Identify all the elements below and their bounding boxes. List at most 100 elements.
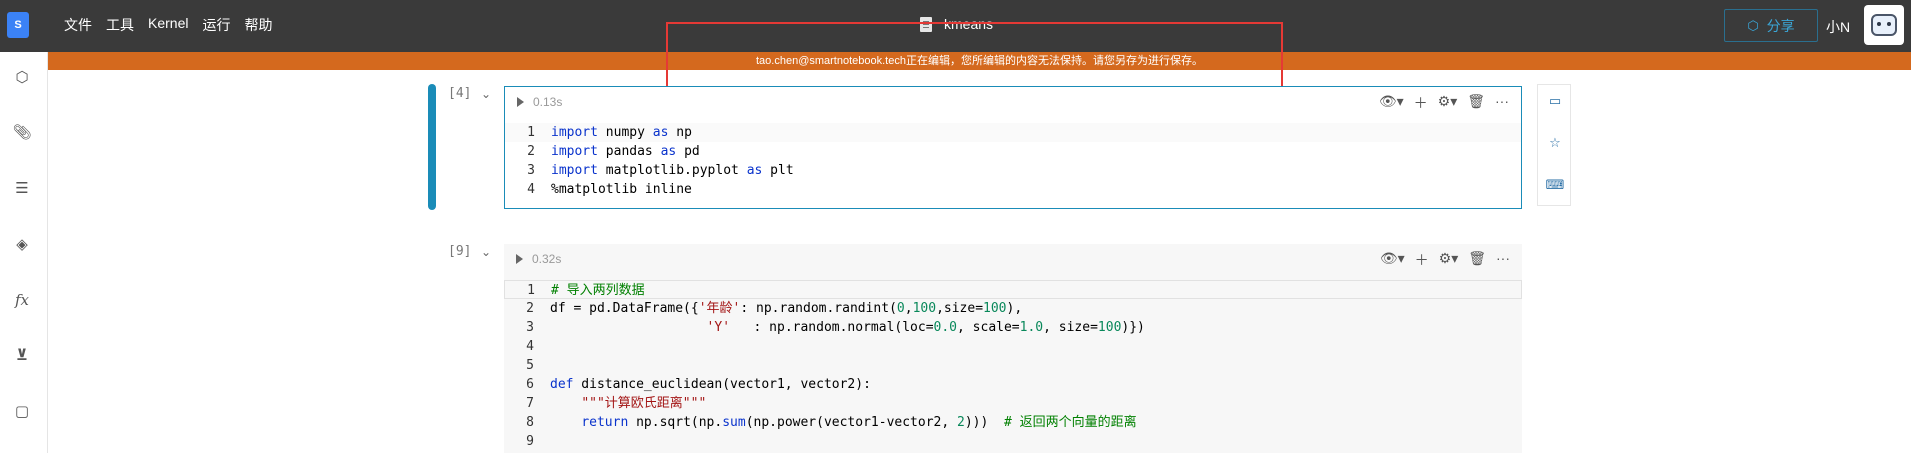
code-token: 100 bbox=[1097, 320, 1122, 335]
visibility-icon[interactable]: 👁︎▾ bbox=[1379, 93, 1404, 113]
list-icon[interactable]: ☰ bbox=[12, 178, 32, 198]
add-cell-icon[interactable]: ＋ bbox=[1415, 250, 1429, 270]
code-line[interactable]: 3 import matplotlib.pyplot as plt bbox=[505, 161, 1521, 180]
layers-icon[interactable]: ◈ bbox=[12, 234, 32, 254]
avatar[interactable] bbox=[1864, 5, 1904, 45]
code-line[interactable]: 3 'Y' : np.random.normal(loc=0.0, scale=… bbox=[504, 318, 1522, 337]
code-cell[interactable]: 0.13s 👁︎▾ ＋ ⚙▾ 🗑︎ ··· 1 import numpy as n… bbox=[504, 86, 1522, 209]
code-token: pandas bbox=[597, 144, 661, 159]
run-cell-icon[interactable] bbox=[516, 254, 523, 264]
menu-help[interactable]: 帮助 bbox=[244, 15, 272, 35]
line-number: 1 bbox=[527, 283, 535, 298]
code-token: , bbox=[904, 301, 913, 316]
code-token: def bbox=[550, 377, 574, 392]
code-token: 'Y' bbox=[706, 320, 731, 335]
top-bar: S 文件 工具 Kernel 运行 帮助 kmeans ⬡ 分享 小N bbox=[0, 0, 1911, 52]
add-cell-icon[interactable]: ＋ bbox=[1414, 93, 1428, 113]
cell-toolbar: 0.13s 👁︎▾ ＋ ⚙▾ 🗑︎ ··· bbox=[505, 93, 1521, 117]
code-token: ))) bbox=[964, 415, 1004, 430]
python-icon[interactable]: ⚙▾ bbox=[1438, 93, 1458, 113]
code-token: np.sqrt(np. bbox=[628, 415, 723, 430]
code-text: # 导入两列数据 bbox=[551, 281, 645, 300]
paperclip-icon[interactable]: 📎︎ bbox=[12, 122, 32, 142]
code-token: , size= bbox=[1043, 320, 1098, 335]
code-line[interactable]: 7 """计算欧氏距离""" bbox=[504, 394, 1522, 413]
function-icon[interactable]: fx bbox=[12, 290, 32, 310]
code-editor[interactable]: 1 # 导入两列数据 2 df = pd.DataFrame({'年龄': np.ra… bbox=[504, 280, 1522, 451]
exec-time: 0.32s bbox=[532, 252, 562, 266]
comment-icon[interactable]: ▭ bbox=[1547, 93, 1563, 109]
menu-kernel[interactable]: Kernel bbox=[148, 15, 188, 35]
collapse-chevron-icon[interactable]: ⌄ bbox=[481, 245, 491, 259]
code-text: import matplotlib.pyplot as plt bbox=[551, 161, 794, 180]
cube-icon[interactable]: ⬡ bbox=[12, 67, 32, 87]
code-token: import bbox=[551, 163, 598, 178]
code-file-icon[interactable]: ▢ bbox=[12, 401, 32, 421]
delete-icon[interactable]: 🗑︎ bbox=[1467, 93, 1485, 113]
menu-file[interactable]: 文件 bbox=[64, 15, 92, 35]
code-line[interactable]: 2 import pandas as pd bbox=[505, 142, 1521, 161]
user-name[interactable]: 小N bbox=[1826, 17, 1850, 37]
more-icon[interactable]: ··· bbox=[1495, 93, 1509, 113]
code-token: 0.0 bbox=[933, 320, 958, 335]
menu-bar: 文件 工具 Kernel 运行 帮助 bbox=[64, 15, 286, 35]
code-text: return np.sqrt(np.sum(np.power(vector1-v… bbox=[550, 413, 1137, 432]
code-token: """计算欧氏距离""" bbox=[581, 396, 707, 411]
code-token: 1.0 bbox=[1019, 320, 1044, 335]
code-text: import pandas as pd bbox=[551, 142, 700, 161]
app-logo[interactable]: S bbox=[7, 12, 29, 38]
code-token: plt bbox=[762, 163, 794, 178]
code-line[interactable]: 4 %matplotlib inline bbox=[505, 180, 1521, 199]
code-token: np bbox=[668, 125, 692, 140]
collapse-chevron-icon[interactable]: ⌄ bbox=[481, 87, 491, 101]
code-line[interactable]: 6 def distance_euclidean(vector1, vector2… bbox=[504, 375, 1522, 394]
cell-actions: 👁︎▾ ＋ ⚙▾ 🗑︎ ··· bbox=[1380, 250, 1510, 270]
code-token: 100 bbox=[983, 301, 1007, 316]
code-text: %matplotlib inline bbox=[551, 180, 692, 199]
code-text: def distance_euclidean(vector1, vector2)… bbox=[550, 375, 871, 394]
more-icon[interactable]: ··· bbox=[1496, 250, 1510, 270]
code-line[interactable]: 9 bbox=[504, 432, 1522, 451]
menu-run[interactable]: 运行 bbox=[202, 15, 230, 35]
code-line[interactable]: 4 bbox=[504, 337, 1522, 356]
code-line[interactable]: 5 bbox=[504, 356, 1522, 375]
cell-exec-count: [4] bbox=[448, 86, 472, 101]
active-cell-marker bbox=[428, 84, 436, 210]
code-token: %matplotlib inline bbox=[551, 182, 692, 197]
run-cell-icon[interactable] bbox=[517, 97, 524, 107]
delete-icon[interactable]: 🗑︎ bbox=[1468, 250, 1486, 270]
code-icon[interactable]: ⌨ bbox=[1546, 177, 1565, 193]
code-line[interactable]: 1 import numpy as np bbox=[505, 123, 1521, 142]
line-number: 8 bbox=[526, 415, 534, 430]
code-token: 2 bbox=[957, 415, 965, 430]
code-token: as bbox=[746, 163, 763, 178]
code-line[interactable]: 8 return np.sqrt(np.sum(np.power(vector1… bbox=[504, 413, 1522, 432]
code-token: (np.power(vector1-vector2, bbox=[745, 415, 958, 430]
code-token: # 返回两个向量的距离 bbox=[1003, 415, 1137, 430]
code-token: import bbox=[551, 125, 598, 140]
code-text: """计算欧氏距离""" bbox=[550, 394, 706, 413]
line-number: 3 bbox=[527, 163, 535, 178]
code-line[interactable]: 1 # 导入两列数据 bbox=[504, 280, 1522, 299]
code-text: 'Y' : np.random.normal(loc=0.0, scale=1.… bbox=[550, 318, 1145, 337]
notebook-title[interactable]: kmeans bbox=[944, 16, 993, 32]
code-editor[interactable]: 1 import numpy as np 2 import pandas as pd 3… bbox=[505, 123, 1521, 199]
code-token: as bbox=[652, 125, 669, 140]
code-text: import numpy as np bbox=[551, 123, 692, 142]
code-token: , scale= bbox=[957, 320, 1020, 335]
cell-side-tools: ▭ ☆ ⌨ bbox=[1537, 84, 1571, 206]
code-line[interactable]: 2 df = pd.DataFrame({'年龄': np.random.rand… bbox=[504, 299, 1522, 318]
share-button[interactable]: ⬡ 分享 bbox=[1724, 9, 1818, 42]
code-token: : np.random.normal(loc= bbox=[730, 320, 934, 335]
python-icon[interactable]: ⚙▾ bbox=[1439, 250, 1459, 270]
menu-tools[interactable]: 工具 bbox=[106, 15, 134, 35]
edit-lock-banner: tao.chen@smartnotebook.tech正在编辑，您所编辑的内容无… bbox=[48, 52, 1911, 70]
code-token: pd bbox=[676, 144, 700, 159]
code-token: # 导入两列数据 bbox=[551, 283, 645, 298]
star-icon[interactable]: ☆ bbox=[1547, 135, 1563, 151]
bookmark-v-icon[interactable]: ⊻ bbox=[12, 345, 32, 365]
code-token: as bbox=[660, 144, 677, 159]
code-cell[interactable]: 0.32s 👁︎▾ ＋ ⚙▾ 🗑︎ ··· 1 # 导入两列数据 2 df = pd.… bbox=[504, 244, 1522, 453]
visibility-icon[interactable]: 👁︎▾ bbox=[1380, 250, 1405, 270]
